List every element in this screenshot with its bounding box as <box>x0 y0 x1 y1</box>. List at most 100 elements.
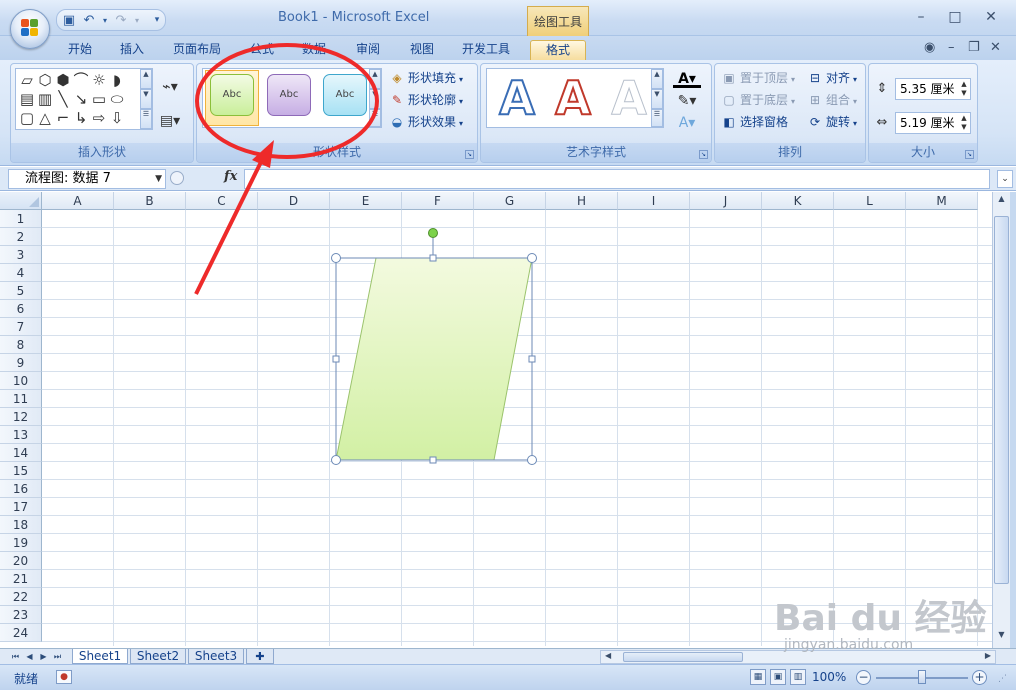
name-box-dropdown-icon[interactable]: ▼ <box>155 170 162 188</box>
parallelogram-shape-icon[interactable]: ▱ <box>18 71 36 89</box>
arrow-line-shape-icon[interactable]: ↘ <box>72 90 90 108</box>
row-header[interactable]: 7 <box>0 318 42 336</box>
shape-fill-button[interactable]: ◈ 形状填充 ▾ <box>389 69 463 87</box>
sheet-tab-3[interactable]: Sheet3 <box>188 649 244 664</box>
group-button[interactable]: ⊞ 组合 ▾ <box>807 91 857 109</box>
shapes-gallery[interactable]: ▱ ⬡ ⬢ ⌒ ☼ ◗ ▤ ▥ ╲ ↘ ▭ ⬭ ▢ △ ⌐ ↳ ⇨ ⇩ ▲ ▼ … <box>15 68 153 130</box>
shape-width-field[interactable]: 5.19 厘米 ▲ ▼ <box>895 112 971 134</box>
resize-handle-right[interactable] <box>528 355 536 363</box>
shape-styles-launcher-icon[interactable]: ↘ <box>465 150 474 159</box>
row-header[interactable]: 20 <box>0 552 42 570</box>
horizontal-scroll-thumb[interactable] <box>623 652 743 662</box>
styles-scroll-down[interactable]: ▼ <box>369 89 381 109</box>
save-icon[interactable]: ▣ <box>61 13 77 28</box>
shape-style-green[interactable]: Abc <box>210 74 254 116</box>
edit-shape-icon[interactable]: ⌁▾ <box>157 78 183 96</box>
row-header[interactable]: 8 <box>0 336 42 354</box>
shape-outline-button[interactable]: ✎ 形状轮廓 ▾ <box>389 91 463 109</box>
rectangle-shape-icon[interactable]: ▭ <box>90 90 108 108</box>
page-layout-view-icon[interactable]: ▣ <box>770 669 786 685</box>
shape-height-field[interactable]: 5.35 厘米 ▲ ▼ <box>895 78 971 100</box>
resize-grip-icon[interactable]: ⋰ <box>998 674 1007 684</box>
delay-shape-icon[interactable]: ◗ <box>108 71 126 89</box>
row-header[interactable]: 19 <box>0 534 42 552</box>
wordart-style-red[interactable]: A <box>547 71 599 125</box>
width-spinner[interactable]: ▲ ▼ <box>959 114 969 132</box>
bring-to-front-button[interactable]: ▣ 置于顶层 ▾ <box>721 69 795 87</box>
wordart-style-blue[interactable]: A <box>491 71 543 125</box>
rotation-handle[interactable] <box>428 228 438 238</box>
column-header[interactable]: B <box>114 192 186 210</box>
formula-input[interactable] <box>244 169 990 189</box>
column-header[interactable]: H <box>546 192 618 210</box>
parallelogram-body[interactable] <box>335 257 533 461</box>
size-launcher-icon[interactable]: ↘ <box>965 150 974 159</box>
resize-handle-top-left[interactable] <box>331 253 341 263</box>
row-header[interactable]: 1 <box>0 210 42 228</box>
column-header[interactable]: D <box>258 192 330 210</box>
shapes-scroll-down[interactable]: ▼ <box>140 89 152 109</box>
oval-shape-icon[interactable]: ⬭ <box>108 90 126 108</box>
styles-scroll-up[interactable]: ▲ <box>369 69 381 89</box>
vertical-scroll-thumb[interactable] <box>994 216 1009 584</box>
first-sheet-icon[interactable]: ⏮ <box>10 650 21 663</box>
shape-style-aqua[interactable]: Abc <box>323 74 367 116</box>
wordart-scroll-up[interactable]: ▲ <box>651 69 663 89</box>
wordart-scroll-down[interactable]: ▼ <box>651 89 663 109</box>
select-all-corner[interactable] <box>0 192 42 210</box>
column-header[interactable]: A <box>42 192 114 210</box>
scroll-up-icon[interactable]: ▲ <box>994 194 1009 208</box>
tab-insert[interactable]: 插入 <box>112 40 152 60</box>
row-header[interactable]: 23 <box>0 606 42 624</box>
zoom-slider-thumb[interactable] <box>918 670 926 684</box>
shape-styles-gallery[interactable]: Abc Abc Abc ▲ ▼ ☰ <box>202 68 382 128</box>
tab-home[interactable]: 开始 <box>60 40 100 60</box>
zoom-out-icon[interactable]: − <box>856 670 871 685</box>
align-button[interactable]: ⊟ 对齐 ▾ <box>807 69 857 87</box>
scroll-down-icon[interactable]: ▼ <box>994 630 1009 644</box>
row-header[interactable]: 5 <box>0 282 42 300</box>
row-header[interactable]: 17 <box>0 498 42 516</box>
row-header[interactable]: 14 <box>0 444 42 462</box>
rounded-rect-shape-icon[interactable]: ▢ <box>18 109 36 127</box>
resize-handle-bottom[interactable] <box>429 456 437 464</box>
workbook-restore-icon[interactable]: ❐ <box>968 40 980 55</box>
workbook-minimize-icon[interactable]: – <box>948 40 955 55</box>
shape-effects-button[interactable]: ◒ 形状效果 ▾ <box>389 113 463 131</box>
tab-developer[interactable]: 开发工具 <box>454 40 518 60</box>
redo-dropdown-icon[interactable]: ▾ <box>129 13 145 28</box>
column-header[interactable]: M <box>906 192 978 210</box>
tab-page-layout[interactable]: 页面布局 <box>166 40 228 60</box>
flowchart-data-shape[interactable] <box>328 224 544 468</box>
text-outline-icon[interactable]: ✎▾ <box>673 92 701 110</box>
undo-icon[interactable]: ↶ <box>81 13 97 28</box>
elbow-arrow-shape-icon[interactable]: ↳ <box>72 109 90 127</box>
customize-qat-icon[interactable]: ▾ <box>149 13 165 28</box>
text-fill-icon[interactable]: A▾ <box>673 70 701 88</box>
down-arrow-shape-icon[interactable]: ⇩ <box>108 109 126 127</box>
workbook-close-icon[interactable]: ✕ <box>990 40 1001 55</box>
last-sheet-icon[interactable]: ⏭ <box>52 650 63 663</box>
brace-shape-icon[interactable]: ⬡ <box>36 71 54 89</box>
zoom-in-icon[interactable]: + <box>972 670 987 685</box>
page-break-view-icon[interactable]: ▥ <box>790 669 806 685</box>
selection-pane-button[interactable]: ◧ 选择窗格 <box>721 113 788 131</box>
cancel-edit-icon[interactable] <box>170 171 184 185</box>
normal-view-icon[interactable]: ▦ <box>750 669 766 685</box>
sun-shape-icon[interactable]: ☼ <box>90 71 108 89</box>
zoom-level[interactable]: 100% <box>812 670 846 684</box>
prev-sheet-icon[interactable]: ◀ <box>24 650 35 663</box>
hexagon-shape-icon[interactable]: ⬢ <box>54 71 72 89</box>
row-header[interactable]: 24 <box>0 624 42 642</box>
tab-view[interactable]: 视图 <box>402 40 442 60</box>
wordart-more[interactable]: ☰ <box>651 109 663 127</box>
maximize-icon[interactable]: □ <box>944 8 966 26</box>
office-button[interactable] <box>10 9 50 49</box>
insert-function-icon[interactable]: fx <box>224 169 237 184</box>
undo-dropdown-icon[interactable]: ▾ <box>97 13 113 28</box>
scroll-left-icon[interactable]: ◀ <box>605 651 611 660</box>
line-shape-icon[interactable]: ╲ <box>54 90 72 108</box>
row-header[interactable]: 6 <box>0 300 42 318</box>
sheet-tab-1[interactable]: Sheet1 <box>72 649 128 664</box>
shapes-scroll-up[interactable]: ▲ <box>140 69 152 89</box>
